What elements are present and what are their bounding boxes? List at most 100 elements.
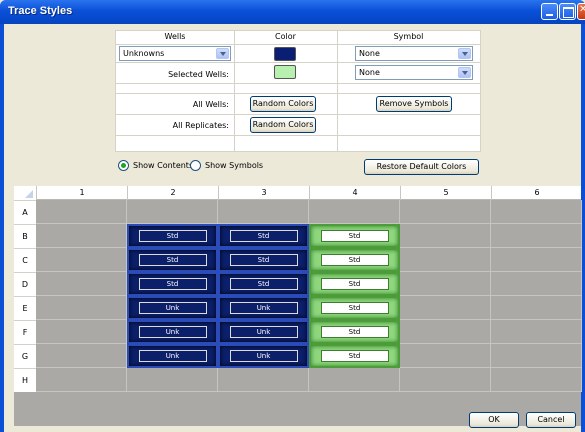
well-d2[interactable]: Std — [127, 272, 218, 296]
well-a1[interactable] — [36, 200, 127, 224]
well-h4[interactable] — [309, 368, 400, 392]
well-b5[interactable] — [400, 224, 491, 248]
chevron-down-icon[interactable] — [458, 48, 471, 59]
trace-styles-dialog: Trace Styles Wells Color Symbol Unknowns… — [0, 0, 585, 432]
wells-header: Wells — [164, 32, 186, 41]
row-header-c[interactable]: C — [14, 248, 36, 272]
well-e6[interactable] — [491, 296, 582, 320]
well-d4[interactable]: Std — [309, 272, 400, 296]
well-g2[interactable]: Unk — [127, 344, 218, 368]
select-all-corner[interactable] — [14, 186, 36, 200]
random-colors-wells-button[interactable]: Random Colors — [250, 96, 316, 112]
well-content-label: Std — [320, 302, 389, 314]
well-h5[interactable] — [400, 368, 491, 392]
selected-color-swatch[interactable] — [274, 65, 296, 79]
selected-symbol-value: None — [359, 68, 380, 77]
well-g1[interactable] — [36, 344, 127, 368]
wells-select[interactable]: Unknowns — [119, 46, 231, 61]
well-e2[interactable]: Unk — [127, 296, 218, 320]
well-d6[interactable] — [491, 272, 582, 296]
well-a5[interactable] — [400, 200, 491, 224]
well-content-label: Std — [320, 254, 389, 266]
column-header-1[interactable]: 1 — [36, 186, 127, 200]
well-b2[interactable]: Std — [127, 224, 218, 248]
minimize-button[interactable] — [541, 3, 558, 20]
row-header-d[interactable]: D — [14, 272, 36, 296]
well-h2[interactable] — [127, 368, 218, 392]
well-h1[interactable] — [36, 368, 127, 392]
well-g6[interactable] — [491, 344, 582, 368]
column-header-5[interactable]: 5 — [400, 186, 491, 200]
cancel-button[interactable]: Cancel — [526, 412, 576, 428]
well-a6[interactable] — [491, 200, 582, 224]
well-content-label: Std — [320, 326, 389, 338]
well-content-label: Unk — [138, 302, 207, 314]
well-a2[interactable] — [127, 200, 218, 224]
column-header-4[interactable]: 4 — [309, 186, 400, 200]
well-c2[interactable]: Std — [127, 248, 218, 272]
well-content-label: Unk — [229, 350, 298, 362]
close-button[interactable] — [577, 3, 585, 20]
show-contents-radio[interactable] — [118, 160, 129, 171]
random-colors-replicates-button[interactable]: Random Colors — [250, 117, 316, 133]
column-header-6[interactable]: 6 — [491, 186, 582, 200]
well-e3[interactable]: Unk — [218, 296, 309, 320]
well-c5[interactable] — [400, 248, 491, 272]
row-header-a[interactable]: A — [14, 200, 36, 224]
column-header-2[interactable]: 2 — [127, 186, 218, 200]
well-c1[interactable] — [36, 248, 127, 272]
well-b1[interactable] — [36, 224, 127, 248]
well-a4[interactable] — [309, 200, 400, 224]
show-symbols-radio[interactable] — [190, 160, 201, 171]
well-f1[interactable] — [36, 320, 127, 344]
well-d5[interactable] — [400, 272, 491, 296]
maximize-button[interactable] — [559, 3, 576, 20]
row-header-f[interactable]: F — [14, 320, 36, 344]
show-contents-label[interactable]: Show Contents — [133, 161, 193, 170]
well-g4[interactable]: Std — [309, 344, 400, 368]
row-header-b[interactable]: B — [14, 224, 36, 248]
well-c4[interactable]: Std — [309, 248, 400, 272]
ok-button[interactable]: OK — [469, 412, 519, 428]
row-header-g[interactable]: G — [14, 344, 36, 368]
well-d1[interactable] — [36, 272, 127, 296]
window-title: Trace Styles — [8, 5, 73, 17]
wells-symbol-select[interactable]: None — [355, 46, 473, 61]
restore-default-colors-button[interactable]: Restore Default Colors — [364, 159, 479, 175]
well-d3[interactable]: Std — [218, 272, 309, 296]
well-c3[interactable]: Std — [218, 248, 309, 272]
well-f3[interactable]: Unk — [218, 320, 309, 344]
well-b4[interactable]: Std — [309, 224, 400, 248]
well-a3[interactable] — [218, 200, 309, 224]
well-e5[interactable] — [400, 296, 491, 320]
remove-symbols-button[interactable]: Remove Symbols — [376, 96, 452, 112]
wells-color-swatch[interactable] — [274, 47, 296, 61]
selected-symbol-select[interactable]: None — [355, 65, 473, 80]
well-b6[interactable] — [491, 224, 582, 248]
well-c6[interactable] — [491, 248, 582, 272]
well-g5[interactable] — [400, 344, 491, 368]
symbol-header: Symbol — [393, 32, 424, 41]
row-header-e[interactable]: E — [14, 296, 36, 320]
well-e4[interactable]: Std — [309, 296, 400, 320]
style-config-table: Wells Color Symbol Unknowns None Selecte… — [115, 30, 481, 152]
column-header-3[interactable]: 3 — [218, 186, 309, 200]
well-f2[interactable]: Unk — [127, 320, 218, 344]
chevron-down-icon[interactable] — [216, 48, 229, 59]
well-b3[interactable]: Std — [218, 224, 309, 248]
well-f6[interactable] — [491, 320, 582, 344]
well-f5[interactable] — [400, 320, 491, 344]
well-content-label: Std — [229, 254, 298, 266]
well-h6[interactable] — [491, 368, 582, 392]
well-h3[interactable] — [218, 368, 309, 392]
show-symbols-label[interactable]: Show Symbols — [205, 161, 263, 170]
well-content-label: Std — [138, 278, 207, 290]
row-header-h[interactable]: H — [14, 368, 36, 392]
title-bar[interactable]: Trace Styles — [0, 0, 585, 24]
all-wells-label: All Wells: — [192, 100, 229, 109]
well-f4[interactable]: Std — [309, 320, 400, 344]
chevron-down-icon[interactable] — [458, 67, 471, 78]
well-content-label: Std — [229, 230, 298, 242]
well-e1[interactable] — [36, 296, 127, 320]
well-g3[interactable]: Unk — [218, 344, 309, 368]
